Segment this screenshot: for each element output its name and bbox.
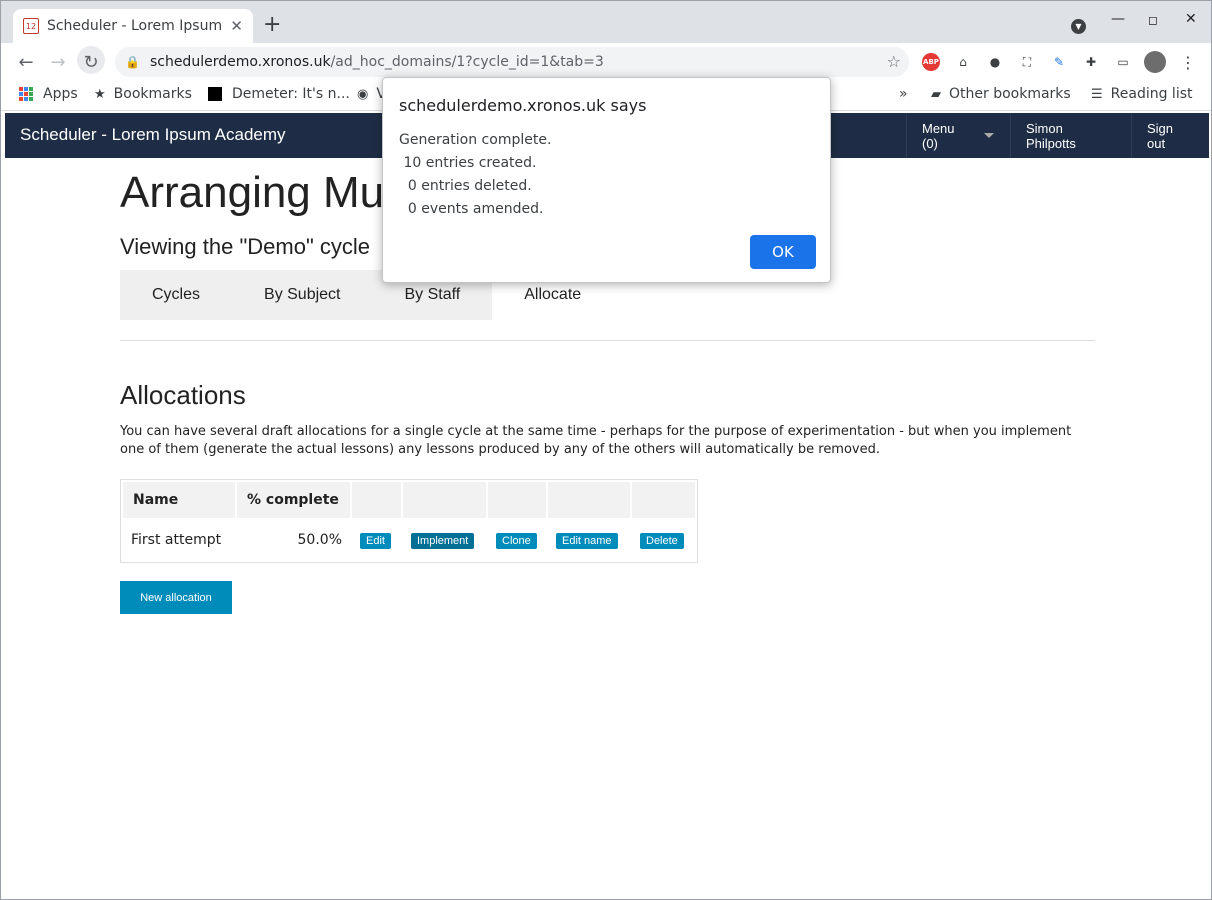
header-complete: % complete	[237, 482, 350, 518]
url-path: /ad_hoc_domains/1?cycle_id=1&tab=3	[330, 54, 604, 70]
extension-house-icon[interactable]: ⌂	[954, 53, 972, 71]
bookmark-label: Apps	[43, 86, 78, 102]
row-name: First attempt	[131, 532, 222, 548]
header-empty	[488, 482, 546, 518]
tab-search-icon[interactable]: ▼	[1071, 19, 1086, 34]
header-empty	[352, 482, 401, 518]
page-subtitle: Viewing the "Demo" cycle	[120, 234, 370, 259]
menu-label: Menu (0)	[922, 120, 955, 151]
forward-icon[interactable]: →	[45, 49, 71, 75]
apps-grid-icon	[19, 87, 33, 101]
tab-title: Scheduler - Lorem Ipsum Academy	[46, 18, 224, 34]
delete-button[interactable]: Delete	[640, 532, 684, 549]
browser-window: 12 Scheduler - Lorem Ipsum Academy ✕ + ▼…	[0, 0, 1212, 900]
reading-list-icon: ☰	[1091, 86, 1103, 102]
sign-out-link[interactable]: Sign out	[1131, 113, 1209, 158]
extension-feather-icon[interactable]: ✎	[1050, 53, 1068, 71]
bookmarks-overflow-icon[interactable]: »	[899, 86, 908, 102]
close-tab-icon[interactable]: ✕	[230, 17, 243, 35]
page-title: Arranging Mu	[120, 168, 385, 217]
bookmark-label: Other bookmarks	[949, 86, 1071, 102]
extension-gimp-icon[interactable]: ●	[986, 53, 1004, 71]
section-title: Allocations	[120, 380, 246, 410]
user-name-link[interactable]: Simon Philpotts	[1010, 113, 1131, 158]
reading-list[interactable]: ☰ Reading list	[1091, 86, 1193, 102]
header-empty	[548, 482, 630, 518]
dialog-message: Generation complete. 10 entries created.…	[399, 132, 552, 217]
extensions-puzzle-icon[interactable]: ✚	[1082, 53, 1100, 71]
url-host: schedulerdemo.xronos.uk	[149, 54, 331, 70]
bookmark-label: Reading list	[1110, 86, 1193, 102]
header-name: Name	[123, 482, 235, 518]
allocations-table: Name % complete First attempt 50.0% Edit…	[120, 479, 698, 563]
sign-out-label: Sign out	[1147, 120, 1174, 151]
implement-button[interactable]: Implement	[411, 532, 475, 549]
browser-tab[interactable]: 12 Scheduler - Lorem Ipsum Academy ✕	[13, 9, 253, 43]
bookmark-bookmarks[interactable]: ★ Bookmarks	[94, 86, 192, 102]
profile-avatar[interactable]	[1144, 51, 1166, 73]
clone-button[interactable]: Clone	[496, 532, 537, 549]
screenshot-icon[interactable]: ⛶	[1018, 53, 1036, 71]
new-tab-icon[interactable]: +	[263, 13, 281, 37]
tab-by-subject[interactable]: By Subject	[232, 270, 373, 320]
app-brand[interactable]: Scheduler - Lorem Ipsum Academy	[20, 125, 286, 145]
edit-button[interactable]: Edit	[360, 532, 391, 549]
minimize-icon[interactable]: —	[1111, 11, 1125, 27]
adblock-icon[interactable]: ABP	[922, 53, 940, 71]
star-icon: ★	[94, 86, 106, 102]
more-menu-icon[interactable]: ⋮	[1179, 53, 1197, 72]
bookmark-apps[interactable]: Apps	[19, 86, 78, 102]
tab-strip: 12 Scheduler - Lorem Ipsum Academy ✕ + ▼…	[1, 1, 1211, 43]
bookmark-demeter[interactable]: Demeter: It's n...	[208, 86, 350, 102]
table-row: First attempt 50.0% Edit Implement Clone…	[123, 520, 695, 560]
dialog-title: schedulerdemo.xronos.uk says	[399, 96, 647, 115]
bookmark-star-icon[interactable]: ☆	[887, 52, 901, 71]
ok-button[interactable]: OK	[750, 235, 816, 269]
edit-name-button[interactable]: Edit name	[556, 532, 618, 549]
folder-icon: ▰	[931, 86, 941, 102]
bookmark-label: Demeter: It's n...	[232, 86, 350, 102]
row-complete: 50.0%	[297, 532, 342, 548]
cast-icon[interactable]: ▭	[1114, 53, 1132, 71]
menu-dropdown[interactable]: Menu (0)	[906, 113, 1009, 158]
section-description: You can have several draft allocations f…	[120, 424, 1072, 457]
divider	[120, 340, 1095, 341]
address-bar[interactable]: 🔒 schedulerdemo.xronos.uk/ad_hoc_domains…	[115, 47, 909, 77]
user-name: Simon Philpotts	[1026, 120, 1076, 151]
browser-toolbar: ← → ↻ 🔒 schedulerdemo.xronos.uk/ad_hoc_d…	[1, 43, 1211, 81]
tab-cycles[interactable]: Cycles	[120, 270, 233, 320]
black-square-icon	[208, 87, 222, 101]
back-icon[interactable]: ←	[13, 49, 39, 75]
calendar-favicon-icon: 12	[23, 18, 39, 34]
new-allocation-button[interactable]: New allocation	[120, 581, 232, 614]
lock-icon: 🔒	[125, 55, 140, 69]
bookmark-label: Bookmarks	[113, 86, 192, 102]
header-empty	[632, 482, 695, 518]
header-empty	[403, 482, 486, 518]
close-window-icon[interactable]: ✕	[1185, 11, 1197, 27]
bookmark-other[interactable]: ▰ Other bookmarks	[931, 86, 1071, 102]
globe-icon: ◉	[357, 86, 369, 102]
table-header-row: Name % complete	[123, 482, 695, 518]
alert-dialog: schedulerdemo.xronos.uk says Generation …	[382, 77, 831, 283]
caret-down-icon	[984, 133, 994, 138]
reload-icon[interactable]: ↻	[78, 49, 104, 75]
maximize-icon[interactable]: ◻	[1148, 13, 1158, 27]
